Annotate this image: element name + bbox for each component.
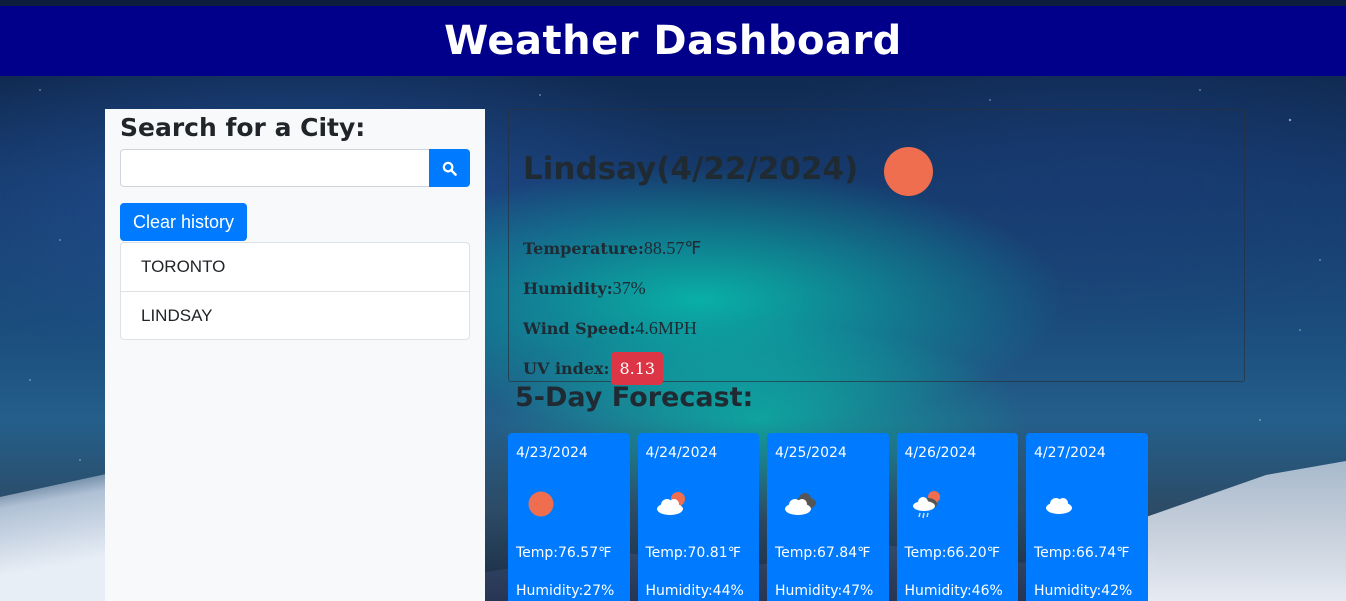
forecast-humidity: Humidity:27% [516, 583, 615, 599]
current-city-title: Lindsay(4/22/2024) [523, 151, 859, 187]
search-button[interactable] [429, 149, 470, 187]
sun-icon [884, 146, 934, 196]
history-item-toronto[interactable]: TORONTO [121, 243, 469, 291]
forecast-card: 4/26/2024 Temp:66.20℉ Humidity:46% [896, 433, 1018, 601]
humidity-value: 37% [612, 277, 646, 298]
forecast-date: 4/27/2024 [1034, 445, 1106, 461]
humidity-label: Humidity: [523, 278, 613, 298]
forecast-date: 4/25/2024 [775, 445, 847, 461]
humidity-row: Humidity: 37% [523, 268, 1230, 308]
forecast-card: 4/25/2024 Temp:67.84℉ Humidity:47% [767, 433, 889, 601]
cloudy-icon [785, 493, 816, 515]
rain-icon [912, 491, 940, 519]
current-weather-panel: Lindsay(4/22/2024) Temperature: 88.57℉ H… [508, 109, 1245, 385]
city-search-input[interactable] [120, 149, 429, 187]
sun-icon [528, 491, 554, 517]
wind-value: 4.6MPH [635, 317, 697, 338]
app-header: Weather Dashboard [0, 6, 1346, 76]
forecast-heading: 5-Day Forecast: [515, 382, 754, 413]
forecast-temp: Temp:66.20℉ [904, 545, 1000, 561]
app-title: Weather Dashboard [444, 18, 902, 64]
wind-row: Wind Speed: 4.6MPH [523, 308, 1230, 348]
forecast-temp: Temp:70.81℉ [645, 545, 741, 561]
forecast-temp: Temp:76.57℉ [516, 545, 612, 561]
forecast-card: 4/23/2024 Temp:76.57℉ Humidity:27% [508, 433, 630, 601]
uv-index-badge: 8.13 [611, 351, 664, 385]
search-heading: Search for a City: [120, 113, 366, 142]
partly-cloudy-icon [656, 492, 685, 515]
search-icon [442, 161, 457, 176]
forecast-humidity: Humidity:42% [1034, 583, 1133, 599]
background-snow-right [1146, 461, 1346, 601]
forecast-card: 4/27/2024 Temp:66.74℉ Humidity:42% [1026, 433, 1148, 601]
temperature-value: 88.57℉ [643, 237, 702, 258]
forecast-cards: 4/23/2024 Temp:76.57℉ Humidity:27% 4/24/… [508, 433, 1148, 601]
search-history-list: TORONTO LINDSAY [120, 242, 470, 340]
search-row [120, 149, 470, 187]
temperature-row: Temperature: 88.57℉ [523, 228, 1230, 268]
forecast-temp: Temp:67.84℉ [775, 545, 871, 561]
forecast-humidity: Humidity:47% [775, 583, 874, 599]
background-snow-left [0, 471, 120, 601]
forecast-card: 4/24/2024 Temp:70.81℉ Humidity:44% [637, 433, 759, 601]
forecast-temp: Temp:66.74℉ [1034, 545, 1130, 561]
history-item-lindsay[interactable]: LINDSAY [121, 291, 469, 339]
forecast-date: 4/26/2024 [904, 445, 977, 461]
forecast-humidity: Humidity:44% [645, 583, 744, 599]
clear-history-button[interactable]: Clear history [120, 203, 248, 241]
forecast-humidity: Humidity:46% [904, 583, 1003, 599]
forecast-date: 4/24/2024 [645, 445, 718, 461]
forecast-date: 4/23/2024 [516, 445, 588, 461]
cloud-icon [1046, 498, 1072, 514]
wind-label: Wind Speed: [523, 318, 636, 338]
uv-label: UV index: [523, 358, 610, 378]
temperature-label: Temperature: [523, 238, 644, 258]
search-sidebar: Search for a City: Clear history TORONTO… [105, 109, 485, 601]
